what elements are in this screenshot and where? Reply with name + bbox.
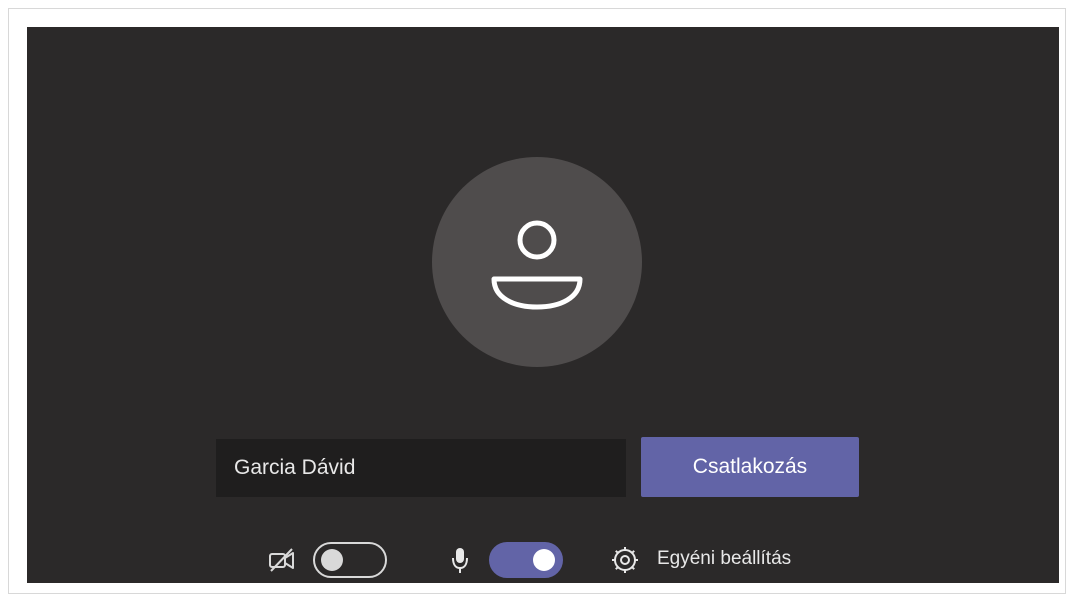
prejoin-stage: Csatlakozás xyxy=(27,27,1059,583)
device-controls: Egyéni beállítás xyxy=(27,537,1059,583)
microphone-toggle[interactable] xyxy=(489,542,563,578)
person-icon xyxy=(491,220,583,310)
name-input[interactable] xyxy=(216,439,626,497)
camera-toggle-knob xyxy=(321,549,343,571)
gear-icon xyxy=(612,547,638,573)
custom-settings-label: Egyéni beállítás xyxy=(657,548,792,569)
camera-toggle[interactable] xyxy=(313,542,387,578)
join-button[interactable]: Csatlakozás xyxy=(641,437,859,497)
custom-settings-button[interactable]: Egyéni beállítás xyxy=(610,537,850,583)
avatar xyxy=(432,157,642,367)
microphone-icon[interactable] xyxy=(449,545,471,575)
microphone-toggle-knob xyxy=(533,549,555,571)
camera-off-icon[interactable] xyxy=(267,547,297,573)
